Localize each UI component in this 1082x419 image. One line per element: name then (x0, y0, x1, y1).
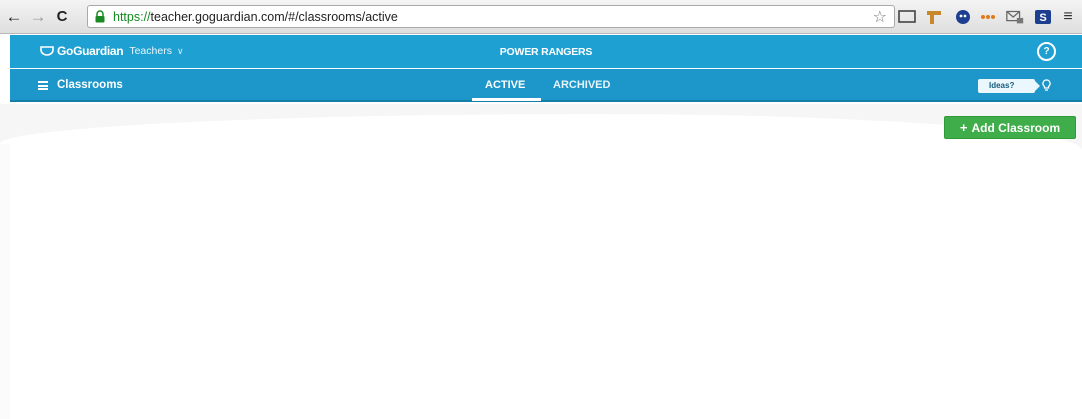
forward-arrow-icon[interactable]: → (28, 7, 48, 27)
lock-icon (95, 10, 105, 23)
lastpass-extension-icon[interactable] (979, 8, 999, 26)
gmail-checker-icon[interactable] (1005, 8, 1025, 26)
content-panel (0, 114, 1082, 174)
hamburger-menu-icon[interactable] (38, 81, 48, 90)
url-text: https://teacher.goguardian.com/#/classro… (113, 10, 398, 24)
lightbulb-icon[interactable] (1042, 79, 1051, 92)
browser-toolbar: ← → C https://teacher.goguardian.com/#/c… (0, 0, 1082, 34)
org-name: POWER RANGERS (499, 46, 593, 58)
browser-menu-icon[interactable]: ≡ (1058, 8, 1078, 26)
main-content: + Add Classroom (0, 104, 1082, 419)
svg-text:S: S (1039, 12, 1046, 24)
cast-icon[interactable] (897, 8, 917, 26)
add-classroom-label: Add Classroom (971, 121, 1061, 135)
page-title: Classrooms (57, 79, 123, 91)
left-gutter (0, 144, 10, 419)
ruler-extension-icon[interactable] (925, 8, 945, 26)
s-extension-icon[interactable]: S (1033, 8, 1053, 26)
ghostery-extension-icon[interactable] (953, 8, 973, 26)
plus-icon: + (959, 120, 968, 135)
user-account-icon[interactable]: ? (1037, 42, 1056, 61)
tab-archived[interactable]: ARCHIVED (553, 79, 610, 91)
sub-nav: Classrooms ACTIVE ARCHIVED Ideas? (10, 69, 1082, 102)
tab-active[interactable]: ACTIVE (485, 79, 525, 91)
bookmark-star-icon[interactable]: ☆ (873, 7, 887, 27)
app-header: GoGuardian Teachers ∨ POWER RANGERS ? (10, 35, 1082, 68)
add-classroom-button[interactable]: + Add Classroom (944, 116, 1076, 139)
ideas-button[interactable]: Ideas? (978, 79, 1040, 93)
address-bar[interactable]: https://teacher.goguardian.com/#/classro… (87, 5, 895, 28)
reload-icon[interactable]: C (52, 7, 72, 27)
active-tab-indicator (472, 98, 541, 101)
back-arrow-icon[interactable]: ← (4, 7, 24, 27)
